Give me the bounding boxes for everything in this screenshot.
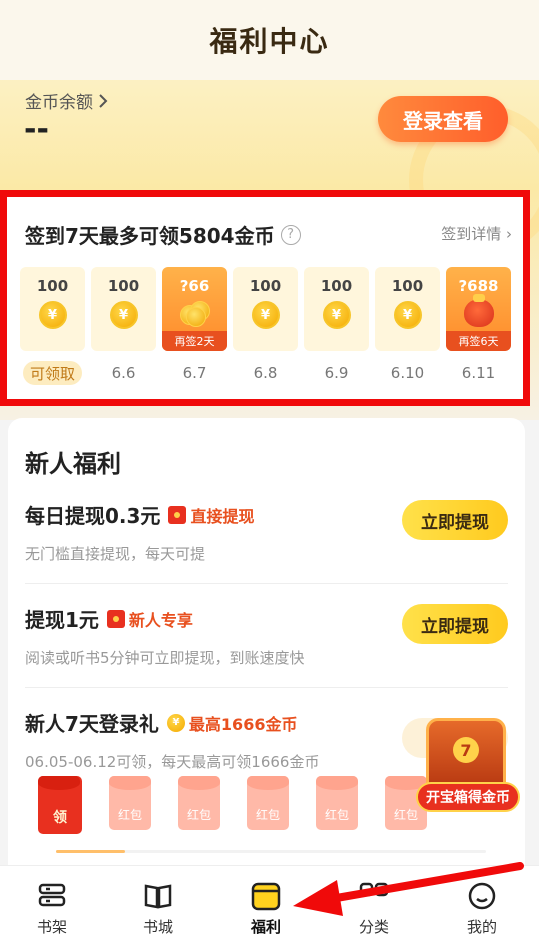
- tab-label: 书架: [36, 918, 67, 936]
- task-title-text: 每日提现0.3元: [25, 504, 161, 528]
- task-withdraw-1yuan: 提现1元 新人专享 阅读或听书5分钟可立即提现，到账速度快 立即提现: [25, 604, 508, 668]
- coin-icon: ¥: [38, 301, 67, 329]
- tab-label: 分类: [358, 918, 389, 936]
- signin-title: 签到7天最多可领5804金币 ?: [25, 220, 301, 249]
- scroll-progress: [56, 850, 486, 853]
- signin-day-amount: ?688: [458, 277, 499, 295]
- task-badge: 新人专享: [106, 607, 193, 631]
- coin-icon: ¥: [166, 713, 185, 732]
- balance-value: --: [24, 112, 49, 147]
- signin-day-box: 100 ¥: [375, 267, 440, 351]
- balance-label-text: 金币余额: [25, 93, 93, 113]
- task-badge: ¥ 最高1666金币: [166, 711, 298, 735]
- page-title: 福利中心: [209, 25, 330, 58]
- signin-day-label: 6.8: [253, 364, 278, 382]
- signin-day-label: 6.10: [390, 364, 425, 382]
- chevron-right-icon: [99, 93, 108, 108]
- login-button[interactable]: 登录查看: [378, 96, 508, 142]
- signin-day-box: ?66 再签2天: [162, 267, 227, 351]
- coin-icon: ¥: [109, 301, 138, 329]
- coin-icon: ¥: [251, 301, 280, 329]
- red-envelope[interactable]: 红包: [316, 776, 358, 830]
- coin-icon: ¥: [393, 301, 422, 329]
- red-envelope-row: 领红包 红包 红包 红包 红包: [38, 776, 427, 834]
- book-icon: [142, 880, 174, 912]
- treasure-chest-widget[interactable]: 开宝箱得金币: [416, 718, 520, 828]
- signin-day-label: 6.7: [182, 364, 207, 382]
- newbie-title: 新人福利: [25, 450, 121, 478]
- red-arrow-annotation: [293, 862, 524, 916]
- signin-day-box: 100 ¥: [233, 267, 298, 351]
- signin-card: 签到7天最多可领5804金币 ? 签到详情 › 100 ¥ 可领取 100 ¥6.6 ?6…: [8, 198, 522, 398]
- help-icon[interactable]: ?: [280, 224, 301, 245]
- signin-day-amount: 100: [249, 277, 282, 295]
- task-desc: 阅读或听书5分钟可立即提现，到账速度快: [25, 649, 305, 667]
- red-envelope-claim[interactable]: 领: [38, 776, 82, 834]
- signin-day[interactable]: ?66 再签2天 6.7: [162, 267, 227, 385]
- red-envelope-icon: [168, 505, 187, 524]
- welfare-icon: [250, 880, 282, 912]
- red-envelope-icon: [106, 609, 125, 628]
- signin-detail-link[interactable]: 签到详情 ›: [441, 223, 512, 244]
- tab-label: 我的: [466, 918, 497, 936]
- treasure-chest-icon: [426, 718, 506, 788]
- signin-day[interactable]: 100 ¥ 可领取: [20, 267, 85, 385]
- signin-days: 100 ¥ 可领取 100 ¥6.6 ?66 再签2天 6.7 100 ¥6.8 100 ¥6.9 10…: [20, 267, 511, 385]
- coin-icon: ¥: [322, 301, 351, 329]
- money-bag-icon: [463, 294, 494, 327]
- signin-day-label: 可领取: [22, 361, 82, 385]
- tab-book[interactable]: 书城: [118, 866, 198, 938]
- balance-label[interactable]: 金币余额: [25, 88, 108, 113]
- signin-day-label: 6.11: [461, 364, 496, 382]
- signin-day-amount: ?66: [179, 277, 210, 295]
- red-envelope[interactable]: 红包: [109, 776, 151, 830]
- signin-day-box: 100 ¥: [304, 267, 369, 351]
- signin-day[interactable]: 100 ¥6.10: [375, 267, 440, 385]
- bookshelf-icon: [36, 880, 68, 912]
- signin-day[interactable]: 100 ¥6.6: [91, 267, 156, 385]
- task-badge: 直接提现: [168, 503, 254, 527]
- signin-day-box: 100 ¥: [91, 267, 156, 351]
- signin-detail-text: 签到详情: [441, 225, 502, 243]
- task-title-text: 提现1元: [25, 608, 99, 632]
- task-badge-text: 新人专享: [128, 610, 193, 630]
- signin-day-box: ?688 再签6天: [446, 267, 511, 351]
- signin-day-tag: 再签6天: [446, 331, 511, 351]
- signin-title-text: 签到7天最多可领5804金币: [25, 224, 275, 248]
- signin-day[interactable]: 100 ¥6.8: [233, 267, 298, 385]
- task-desc: 无门槛直接提现，每天可提: [25, 545, 206, 563]
- divider: [25, 687, 508, 688]
- signin-day-label: 6.6: [111, 364, 136, 382]
- divider: [25, 583, 508, 584]
- signin-day-amount: 100: [107, 277, 140, 295]
- red-envelope[interactable]: 红包: [247, 776, 289, 830]
- signin-day-amount: 100: [36, 277, 69, 295]
- task-badge-text: 直接提现: [190, 506, 255, 526]
- red-envelope[interactable]: 红包: [178, 776, 220, 830]
- signin-day-amount: 100: [320, 277, 353, 295]
- signin-day[interactable]: 100 ¥6.9: [304, 267, 369, 385]
- withdraw-button[interactable]: 立即提现: [402, 500, 508, 540]
- task-title-text: 新人7天登录礼: [25, 712, 159, 736]
- signin-day-box: 100 ¥: [20, 267, 85, 351]
- signin-day-tag: 再签2天: [162, 331, 227, 351]
- withdraw-button[interactable]: 立即提现: [402, 604, 508, 644]
- coin-stack-icon: [178, 299, 212, 327]
- chest-label: 开宝箱得金币: [416, 782, 520, 812]
- signin-day-label: 6.9: [324, 364, 349, 382]
- signin-day[interactable]: ?688 再签6天 6.11: [446, 267, 511, 385]
- tab-bookshelf[interactable]: 书架: [12, 866, 92, 938]
- task-daily-withdraw: 每日提现0.3元 直接提现 无门槛直接提现，每天可提 立即提现: [25, 500, 508, 564]
- header: 福利中心: [0, 0, 539, 80]
- chevron-right-icon: ›: [506, 225, 512, 243]
- signin-day-amount: 100: [391, 277, 424, 295]
- task-badge-text: 最高1666金币: [188, 714, 298, 734]
- tab-label: 书城: [142, 918, 173, 936]
- tab-label: 福利: [250, 918, 281, 936]
- scroll-progress-fill: [56, 850, 125, 853]
